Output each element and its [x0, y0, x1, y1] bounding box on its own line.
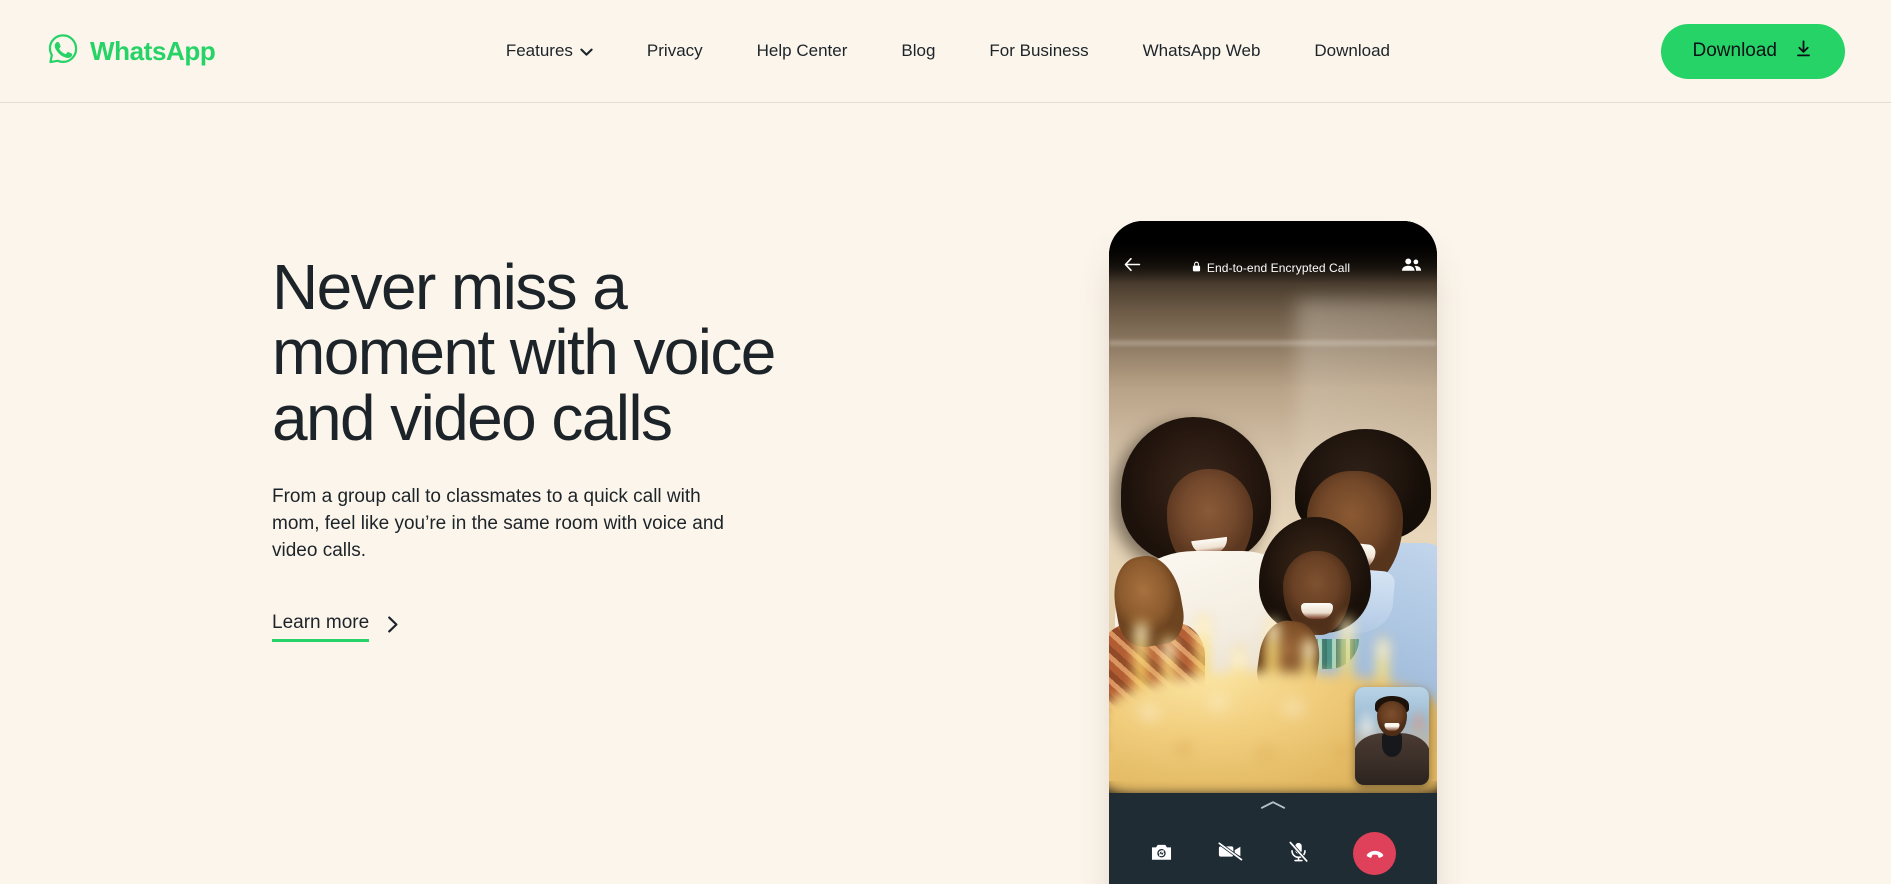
phone-frame: End-to-end Encrypted Call: [1109, 221, 1437, 884]
nav-item-label: Blog: [901, 41, 936, 60]
arrow-left-icon: [1124, 257, 1141, 275]
chevron-right-icon: [387, 616, 399, 638]
whatsapp-logo-icon: [46, 32, 80, 71]
lock-icon: [1192, 261, 1201, 275]
nav-item-label: Features: [505, 41, 573, 60]
flip-camera-button[interactable]: [1150, 842, 1173, 865]
chevron-down-icon: [580, 42, 593, 62]
nav-item-whatsapp-web[interactable]: WhatsApp Web: [1143, 41, 1261, 61]
back-button[interactable]: [1124, 257, 1141, 275]
pip-person-collar: [1382, 733, 1402, 757]
download-button-label: Download: [1692, 40, 1778, 61]
page-title: Never miss a moment with voice and video…: [272, 251, 776, 454]
call-action-buttons: [1109, 813, 1437, 884]
download-button[interactable]: Download: [1660, 23, 1845, 79]
mute-button[interactable]: [1288, 840, 1309, 866]
add-participant-button[interactable]: [1401, 257, 1422, 275]
main-navigation: Features Privacy Help Center Blog For Bu…: [275, 40, 1620, 62]
nav-item-label: Privacy: [646, 41, 703, 60]
people-group-icon: [1401, 257, 1422, 275]
picture-in-picture-self-view[interactable]: [1355, 687, 1429, 785]
call-encryption-status: End-to-end Encrypted Call: [1151, 261, 1391, 275]
brand-logo-link[interactable]: WhatsApp: [46, 32, 216, 71]
phone-mockup: End-to-end Encrypted Call: [1109, 221, 1437, 884]
nav-item-download[interactable]: Download: [1314, 41, 1390, 61]
nav-item-label: Download: [1314, 41, 1391, 60]
end-call-button[interactable]: [1353, 831, 1397, 875]
expand-controls-button[interactable]: [1109, 793, 1437, 813]
video-off-button[interactable]: [1217, 841, 1244, 864]
site-header: WhatsApp Features Privacy Help Center Bl…: [0, 0, 1891, 103]
chevron-up-icon: [1260, 798, 1286, 813]
video-slash-icon: [1217, 841, 1244, 864]
call-status-label: End-to-end Encrypted Call: [1206, 261, 1351, 275]
nav-item-privacy[interactable]: Privacy: [647, 41, 703, 61]
nav-item-blog[interactable]: Blog: [901, 41, 935, 61]
brand-name: WhatsApp: [90, 35, 216, 66]
nav-item-label: WhatsApp Web: [1142, 41, 1261, 60]
download-arrow-icon: [1794, 39, 1813, 64]
nav-item-features[interactable]: Features: [506, 40, 593, 62]
hero-subtitle: From a group call to classmates to a qui…: [272, 485, 724, 561]
nav-item-label: For Business: [989, 41, 1089, 60]
hero-copy: Never miss a moment with voice and video…: [272, 251, 782, 642]
video-call-stage: End-to-end Encrypted Call: [1109, 221, 1437, 884]
learn-more-label: Learn more: [272, 612, 370, 642]
nav-item-help-center[interactable]: Help Center: [757, 41, 848, 61]
call-topbar: End-to-end Encrypted Call: [1109, 221, 1437, 283]
hero-section: Never miss a moment with voice and video…: [0, 103, 1891, 884]
camera-flip-icon: [1150, 842, 1173, 865]
nav-item-label: Help Center: [756, 41, 848, 60]
call-controls-bar: [1109, 793, 1437, 884]
phone-hangup-icon: [1364, 841, 1386, 866]
microphone-slash-icon: [1288, 840, 1309, 866]
nav-item-for-business[interactable]: For Business: [989, 41, 1088, 61]
learn-more-link[interactable]: Learn more: [272, 612, 399, 642]
